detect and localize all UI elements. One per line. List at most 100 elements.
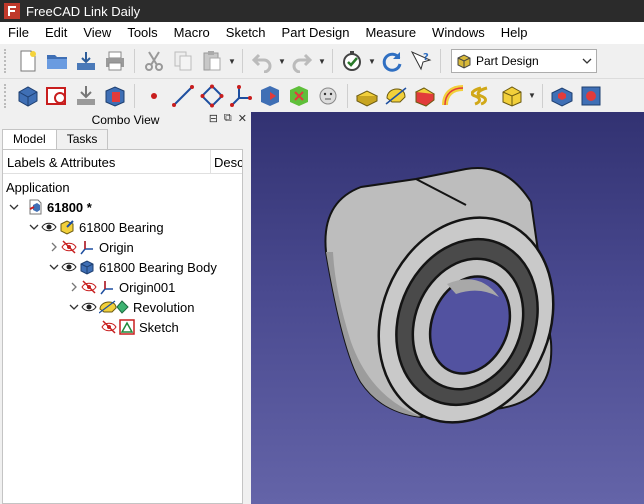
macro-recording-button[interactable] <box>339 48 365 74</box>
shape-binder-button[interactable] <box>102 83 128 109</box>
create-body-button[interactable] <box>15 83 41 109</box>
additive-pipe-button[interactable] <box>441 83 467 109</box>
whats-this-button[interactable]: ? <box>408 48 434 74</box>
additive-helix-button[interactable] <box>470 83 496 109</box>
minimize-panel-icon[interactable]: ⊟ <box>209 112 218 125</box>
tree-section-application: Application <box>6 180 70 195</box>
menu-tools[interactable]: Tools <box>119 22 165 44</box>
toolbar-separator <box>542 83 543 108</box>
revolution-icon <box>99 299 129 315</box>
open-button[interactable] <box>44 48 70 74</box>
3d-viewport[interactable] <box>251 112 644 504</box>
column-description[interactable]: Description <box>210 150 242 173</box>
visibility-eye-icon[interactable] <box>81 299 97 315</box>
tree-item-label: 61800 * <box>47 199 92 215</box>
import-arrow-icon <box>77 85 95 105</box>
menu-view[interactable]: View <box>75 22 119 44</box>
create-sketch-button[interactable] <box>44 83 70 109</box>
pad-button[interactable] <box>354 83 380 109</box>
datum-plane-button[interactable] <box>199 83 225 109</box>
hidden-eye-icon[interactable] <box>81 279 97 295</box>
expand-arrow-down-icon[interactable] <box>67 300 81 314</box>
paste-button[interactable] <box>199 48 225 74</box>
document-icon <box>27 199 43 215</box>
tree-item-revolution[interactable]: Revolution <box>3 297 242 317</box>
sketch-plane-icon <box>46 86 66 105</box>
save-button[interactable] <box>73 48 99 74</box>
expand-arrow-right-icon[interactable] <box>47 240 61 254</box>
clipboard-icon <box>203 51 221 71</box>
macro-dropdown-caret[interactable]: ▼ <box>368 48 376 74</box>
refresh-icon <box>382 52 402 72</box>
toolbar-separator <box>134 83 135 108</box>
tree-item-origin[interactable]: Origin <box>3 237 242 257</box>
menu-sketch[interactable]: Sketch <box>218 22 274 44</box>
main-toolbar: ▼ ▼ ▼ ▼ ? Part Design <box>0 44 644 78</box>
expand-arrow-down-icon[interactable] <box>7 200 21 214</box>
new-document-button[interactable] <box>15 48 41 74</box>
redo-button[interactable] <box>289 48 315 74</box>
tree-item-label: Origin <box>99 239 134 255</box>
additive-box-button[interactable] <box>499 83 525 109</box>
tree-item-origin001[interactable]: Origin001 <box>3 277 242 297</box>
validate-sketch-button[interactable] <box>73 83 99 109</box>
bearing-model[interactable] <box>251 112 644 504</box>
help-pointer-icon: ? <box>410 50 432 71</box>
revolution-button[interactable] <box>383 83 409 109</box>
datum-line-button[interactable] <box>170 83 196 109</box>
menu-part-design[interactable]: Part Design <box>274 22 358 44</box>
sheep-clone-button[interactable] <box>315 83 341 109</box>
menu-measure[interactable]: Measure <box>357 22 424 44</box>
sub-shape-binder-button[interactable] <box>257 83 283 109</box>
expand-arrow-down-icon[interactable] <box>27 220 41 234</box>
tree-item-label: 61800 Bearing <box>79 219 164 235</box>
pocket-button[interactable] <box>549 83 575 109</box>
copy-button[interactable] <box>170 48 196 74</box>
helix-icon <box>471 86 488 105</box>
workbench-selector[interactable]: Part Design <box>451 49 597 73</box>
undo-button[interactable] <box>249 48 275 74</box>
visibility-eye-icon[interactable] <box>61 259 77 275</box>
open-folder-icon <box>47 55 67 69</box>
cut-button[interactable] <box>141 48 167 74</box>
visibility-eye-icon[interactable] <box>41 219 57 235</box>
additive-primitive-dropdown-caret[interactable]: ▼ <box>528 83 536 109</box>
close-panel-icon[interactable]: ✕ <box>238 112 247 125</box>
column-labels-attributes[interactable]: Labels & Attributes <box>3 150 210 173</box>
clone-button[interactable] <box>286 83 312 109</box>
hole-button[interactable] <box>578 83 604 109</box>
pocket-icon <box>551 86 573 107</box>
tree-item-sketch[interactable]: Sketch <box>3 317 242 337</box>
menu-edit[interactable]: Edit <box>37 22 75 44</box>
tree-item-part[interactable]: 61800 Bearing <box>3 217 242 237</box>
menu-help[interactable]: Help <box>493 22 536 44</box>
local-coordinate-system-button[interactable] <box>228 83 254 109</box>
revolution-icon <box>385 86 407 105</box>
tree-column-headers: Labels & Attributes Description <box>3 150 242 174</box>
print-button[interactable] <box>102 48 128 74</box>
toolbar-grip[interactable] <box>4 49 10 73</box>
tab-model[interactable]: Model <box>2 129 57 150</box>
tree-item-body[interactable]: 61800 Bearing Body <box>3 257 242 277</box>
redo-dropdown-caret[interactable]: ▼ <box>318 48 326 74</box>
hidden-eye-icon[interactable] <box>101 319 117 335</box>
float-panel-icon[interactable]: ⧉ <box>224 112 232 125</box>
hidden-eye-icon[interactable] <box>61 239 77 255</box>
tree-item-label: Revolution <box>133 299 195 315</box>
loft-icon <box>414 86 436 107</box>
undo-dropdown-caret[interactable]: ▼ <box>278 48 286 74</box>
additive-loft-button[interactable] <box>412 83 438 109</box>
datum-point-button[interactable] <box>141 83 167 109</box>
chevron-down-icon <box>582 58 592 64</box>
expand-arrow-down-icon[interactable] <box>47 260 61 274</box>
expand-arrow-right-icon[interactable] <box>67 280 81 294</box>
coordinate-system-icon <box>230 84 252 107</box>
menu-macro[interactable]: Macro <box>166 22 218 44</box>
tree-item-document[interactable]: 61800 * <box>3 197 242 217</box>
tab-tasks[interactable]: Tasks <box>55 129 109 149</box>
refresh-button[interactable] <box>379 48 405 74</box>
menu-windows[interactable]: Windows <box>424 22 493 44</box>
menu-file[interactable]: File <box>0 22 37 44</box>
paste-dropdown-caret[interactable]: ▼ <box>228 48 236 74</box>
toolbar-grip[interactable] <box>4 83 10 108</box>
